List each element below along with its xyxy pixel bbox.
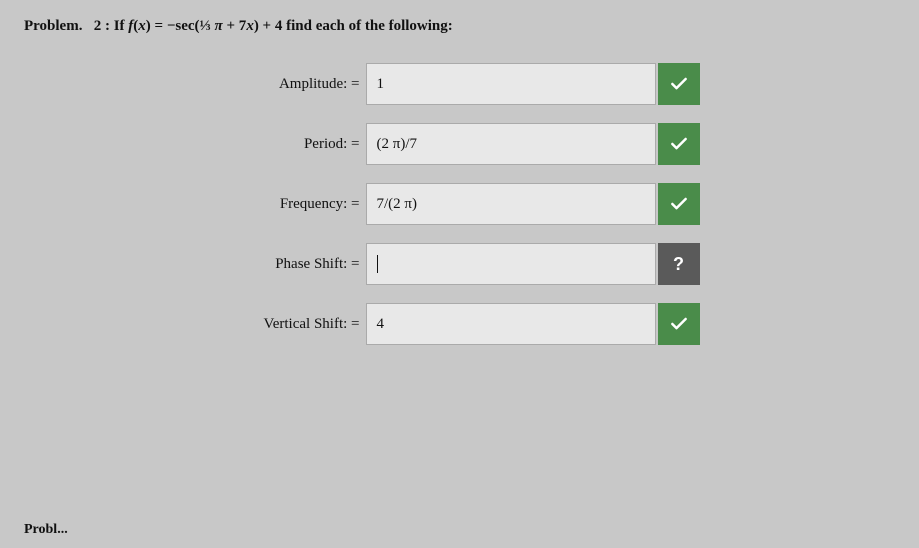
period-input-wrap: (2 π)/7 — [366, 123, 656, 165]
page: Problem. 2 : If f(x) = −sec(⅓ π + 7x) + … — [0, 0, 919, 548]
check-icon — [669, 134, 689, 154]
check-icon — [669, 74, 689, 94]
period-value: (2 π)/7 — [377, 136, 417, 153]
vertical-shift-row: Vertical Shift: = 4 — [220, 303, 700, 345]
fields-container: Amplitude: = 1 Period: = (2 π)/7 — [24, 57, 895, 345]
amplitude-input-wrap: 1 — [366, 63, 656, 105]
period-check-button[interactable] — [658, 123, 700, 165]
problem-number: 2 — [94, 18, 102, 34]
amplitude-label: Amplitude: = — [220, 76, 360, 93]
vertical-shift-label: Vertical Shift: = — [220, 316, 360, 333]
frequency-input-wrap: 7/(2 π) — [366, 183, 656, 225]
check-icon — [669, 194, 689, 214]
problem-label: Problem. — [24, 18, 82, 34]
check-icon — [669, 314, 689, 334]
frequency-check-button[interactable] — [658, 183, 700, 225]
phase-shift-input[interactable] — [381, 256, 644, 273]
phase-shift-label: Phase Shift: = — [220, 256, 360, 273]
phase-shift-input-wrap[interactable] — [366, 243, 656, 285]
phase-shift-row: Phase Shift: = ? — [220, 243, 700, 285]
amplitude-value: 1 — [377, 76, 385, 93]
period-row: Period: = (2 π)/7 — [220, 123, 700, 165]
vertical-shift-input-wrap: 4 — [366, 303, 656, 345]
problem-statement: Problem. 2 : If f(x) = −sec(⅓ π + 7x) + … — [24, 18, 895, 35]
vertical-shift-check-button[interactable] — [658, 303, 700, 345]
frequency-row: Frequency: = 7/(2 π) — [220, 183, 700, 225]
vertical-shift-value: 4 — [377, 316, 385, 333]
frequency-value: 7/(2 π) — [377, 196, 417, 213]
question-icon: ? — [673, 254, 684, 275]
amplitude-check-button[interactable] — [658, 63, 700, 105]
phase-shift-question-button[interactable]: ? — [658, 243, 700, 285]
period-label: Period: = — [220, 136, 360, 153]
text-cursor — [377, 255, 378, 273]
frequency-label: Frequency: = — [220, 196, 360, 213]
amplitude-row: Amplitude: = 1 — [220, 63, 700, 105]
bottom-hint: Probl... — [0, 522, 68, 538]
